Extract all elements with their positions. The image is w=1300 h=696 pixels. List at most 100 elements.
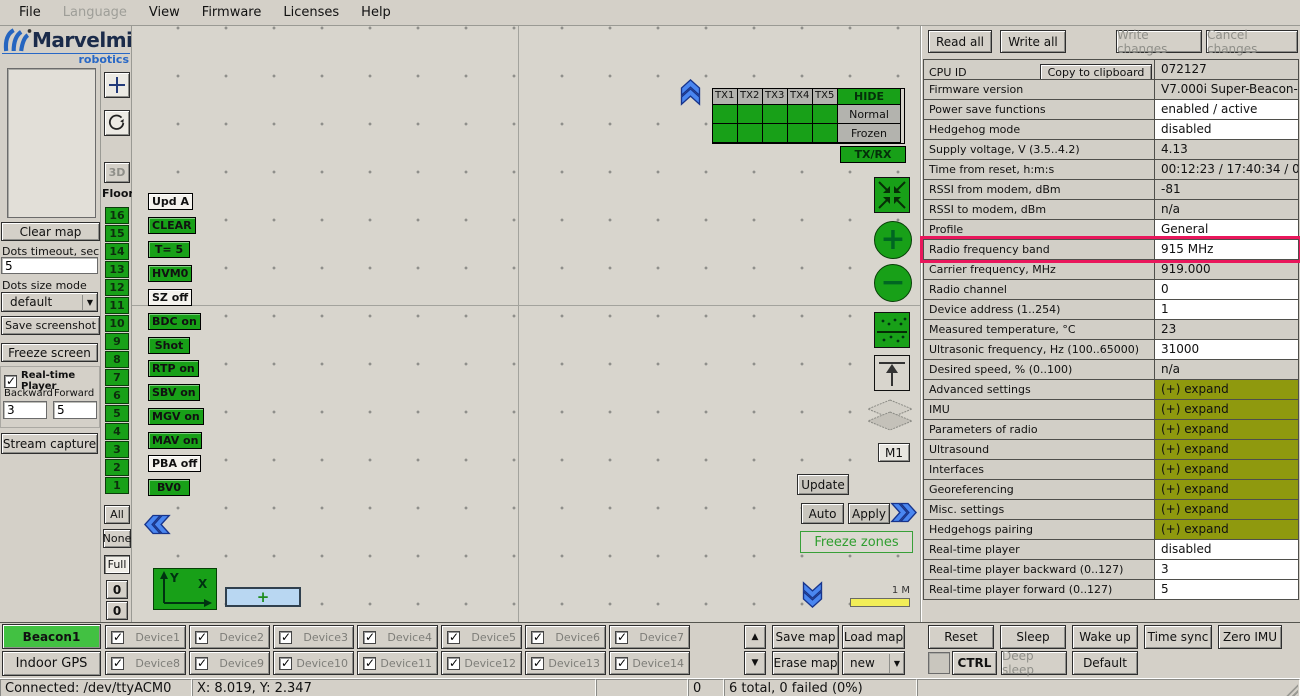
zoom-out-button[interactable]: − [874, 264, 912, 302]
tx-cell[interactable] [712, 104, 738, 124]
floors-none-button[interactable]: None [103, 529, 131, 548]
sbv-on-button[interactable]: SBV on [148, 384, 200, 401]
erase-map-button[interactable]: Erase map [772, 651, 839, 675]
clear-button[interactable]: CLEAR [148, 217, 196, 234]
table-row-hedgehogs-pairing[interactable]: Hedgehogs pairing(+) expand [923, 519, 1299, 540]
floor-button-9[interactable]: 9 [105, 333, 129, 350]
floor-button-12[interactable]: 12 [105, 279, 129, 296]
device5-toggle[interactable]: Device5 [441, 625, 522, 649]
axes-crosshair-button[interactable] [104, 72, 130, 98]
row-value[interactable]: disabled [1155, 540, 1298, 559]
rotate-view-button[interactable] [104, 110, 130, 136]
table-row-device-address[interactable]: Device address (1..254)1 [923, 299, 1299, 320]
row-value[interactable]: 3 [1155, 560, 1298, 579]
bv0-button[interactable]: BV0 [148, 479, 190, 496]
expand-control[interactable]: (+) expand [1155, 480, 1298, 499]
backward-input[interactable] [3, 401, 47, 419]
tx-cell[interactable] [812, 104, 838, 124]
row-value[interactable]: General [1155, 220, 1298, 239]
device-list-box[interactable] [7, 68, 96, 218]
frozen-button[interactable]: Frozen [837, 123, 901, 143]
expand-control[interactable]: (+) expand [1155, 500, 1298, 519]
tx-cell[interactable] [712, 123, 738, 143]
tx5-header[interactable]: TX5 [812, 88, 838, 105]
table-row-imu[interactable]: IMU(+) expand [923, 399, 1299, 420]
device-checkbox[interactable] [447, 631, 460, 644]
tx-cell[interactable] [812, 123, 838, 143]
floor-button-4[interactable]: 4 [105, 423, 129, 440]
menu-licenses[interactable]: Licenses [272, 2, 350, 23]
floor-button-3[interactable]: 3 [105, 441, 129, 458]
hvm0-button[interactable]: HVM0 [148, 265, 192, 282]
freeze-zones-button[interactable]: Freeze zones [800, 531, 913, 553]
menu-firmware[interactable]: Firmware [191, 2, 273, 23]
row-value[interactable]: 0 [1155, 280, 1298, 299]
dots-size-dropdown[interactable]: default ▼ [1, 292, 98, 312]
menu-help[interactable]: Help [350, 2, 402, 23]
tx-cell[interactable] [737, 104, 763, 124]
device4-toggle[interactable]: Device4 [357, 625, 438, 649]
tx-cell[interactable] [737, 123, 763, 143]
realtime-player-checkbox[interactable] [4, 375, 17, 388]
scroll-down-icon[interactable] [802, 581, 823, 608]
menu-view[interactable]: View [138, 2, 191, 23]
table-row-profile[interactable]: ProfileGeneral [923, 219, 1299, 240]
table-row-realtime-player-forward[interactable]: Real-time player forward (0..127)5 [923, 579, 1299, 600]
table-row-ultrasonic-frequency[interactable]: Ultrasonic frequency, Hz (100..65000)310… [923, 339, 1299, 360]
floor-button-16[interactable]: 16 [105, 207, 129, 224]
table-row-desired-speed[interactable]: Desired speed, % (0..100)n/a [923, 359, 1299, 380]
device1-toggle[interactable]: Device1 [105, 625, 186, 649]
floor-button-10[interactable]: 10 [105, 315, 129, 332]
t5-button[interactable]: T= 5 [148, 241, 190, 258]
device11-toggle[interactable]: Device11 [357, 651, 438, 675]
tx2-header[interactable]: TX2 [737, 88, 763, 105]
pba-off-button[interactable]: PBA off [148, 455, 201, 472]
device-list-up-button[interactable]: ▲ [744, 625, 766, 649]
tx-cell[interactable] [762, 123, 788, 143]
txrx-button[interactable]: TX/RX [840, 146, 906, 163]
update-button[interactable]: Update [797, 474, 849, 495]
device13-toggle[interactable]: Device13 [525, 651, 606, 675]
floor-button-5[interactable]: 5 [105, 405, 129, 422]
device-checkbox[interactable] [363, 631, 376, 644]
device-checkbox[interactable] [531, 657, 544, 670]
table-row-rssi-from-modem[interactable]: RSSI from modem, dBm-81 [923, 179, 1299, 200]
table-row-ultrasound[interactable]: Ultrasound(+) expand [923, 439, 1299, 460]
default-button[interactable]: Default [1072, 651, 1138, 675]
floor-button-6[interactable]: 6 [105, 387, 129, 404]
chevron-down-icon[interactable]: ▼ [82, 295, 97, 310]
ctrl-button[interactable]: CTRL [952, 651, 997, 675]
device-checkbox[interactable] [363, 657, 376, 670]
zero-imu-button[interactable]: Zero IMU [1218, 625, 1282, 649]
floor-button-8[interactable]: 8 [105, 351, 129, 368]
shot-button[interactable]: Shot [148, 337, 190, 354]
tx-cell[interactable] [762, 104, 788, 124]
floor-offset-top-button[interactable]: 0 [106, 580, 128, 599]
3d-view-button[interactable]: 3D [104, 162, 130, 183]
write-all-button[interactable]: Write all [1000, 30, 1066, 53]
sz-off-button[interactable]: SZ off [148, 289, 192, 306]
floor-button-15[interactable]: 15 [105, 225, 129, 242]
ctrl-checkbox[interactable] [928, 652, 950, 674]
upd-a-button[interactable]: Upd A [148, 193, 193, 210]
table-row-carrier-frequency[interactable]: Carrier frequency, MHz919.000 [923, 259, 1299, 280]
sleep-button[interactable]: Sleep [1000, 625, 1066, 649]
device-checkbox[interactable] [279, 631, 292, 644]
time-sync-button[interactable]: Time sync [1144, 625, 1212, 649]
floor-offset-bottom-button[interactable]: 0 [106, 601, 128, 620]
device-checkbox[interactable] [111, 631, 124, 644]
auto-button[interactable]: Auto [801, 503, 844, 524]
scroll-left-icon[interactable] [144, 514, 171, 535]
floors-all-button[interactable]: All [104, 505, 130, 524]
tx1-header[interactable]: TX1 [712, 88, 738, 105]
device6-toggle[interactable]: Device6 [525, 625, 606, 649]
table-row-hedgehog-mode[interactable]: Hedgehog modedisabled [923, 119, 1299, 140]
freeze-screen-button[interactable]: Freeze screen [1, 343, 98, 362]
m1-button[interactable]: M1 [878, 443, 910, 462]
device-checkbox[interactable] [111, 657, 124, 670]
device-checkbox[interactable] [615, 631, 628, 644]
device10-toggle[interactable]: Device10 [273, 651, 354, 675]
read-all-button[interactable]: Read all [928, 30, 992, 53]
expand-control[interactable]: (+) expand [1155, 400, 1298, 419]
table-row-supply-voltage[interactable]: Supply voltage, V (3.5..4.2)4.13 [923, 139, 1299, 160]
